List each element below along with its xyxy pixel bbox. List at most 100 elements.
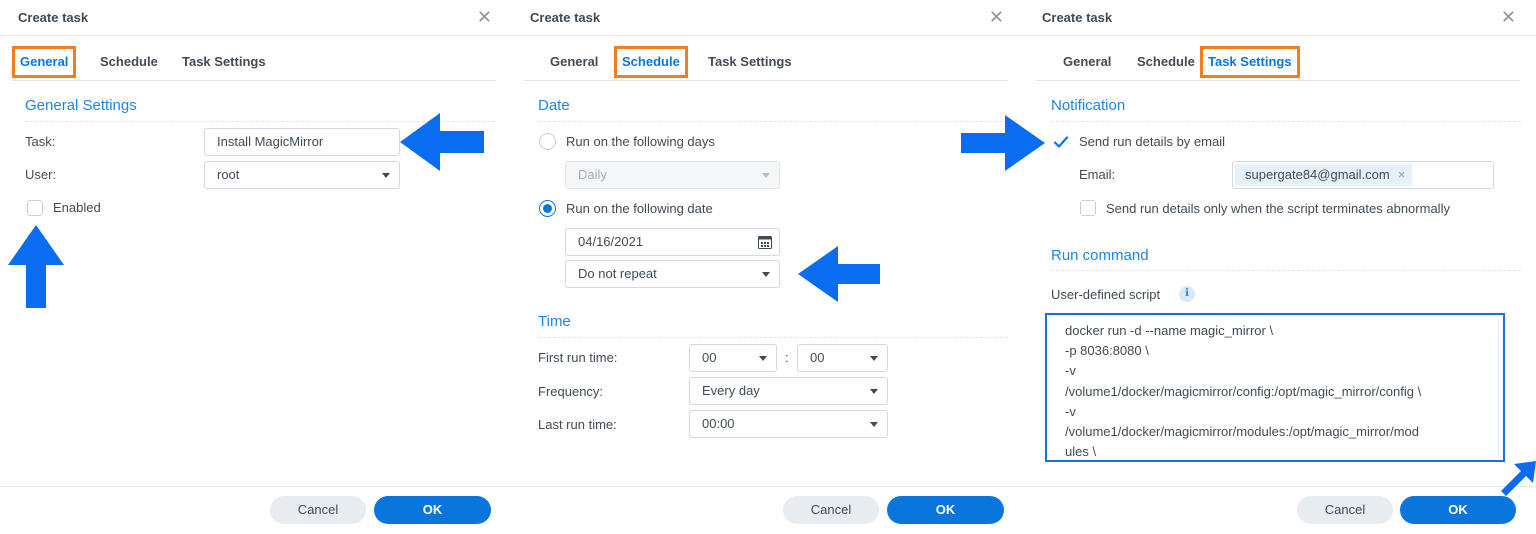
chevron-down-icon <box>870 356 878 361</box>
task-name-input[interactable]: Install MagicMirror <box>204 128 400 156</box>
cancel-button[interactable]: Cancel <box>783 496 879 524</box>
script-label: User-defined script <box>1051 287 1161 302</box>
scrollbar[interactable] <box>1498 321 1499 456</box>
abnormal-label: Send run details only when the script te… <box>1106 201 1450 216</box>
days-select[interactable]: Daily <box>565 161 780 189</box>
first-run-hour-select[interactable]: 00 <box>689 344 777 372</box>
tab-task-settings[interactable]: Task Settings <box>1200 46 1300 78</box>
chevron-down-icon <box>762 272 770 277</box>
cancel-button[interactable]: Cancel <box>270 496 366 524</box>
close-icon[interactable]: ✕ <box>477 7 492 27</box>
abnormal-checkbox[interactable] <box>1080 200 1096 216</box>
close-icon[interactable]: ✕ <box>1501 7 1516 27</box>
email-input[interactable]: supergate84@gmail.com × <box>1232 161 1494 189</box>
section-divider <box>538 121 1008 122</box>
script-line: ules \ <box>1065 444 1097 460</box>
script-content: docker run -d --name magic_mirror \ -p 8… <box>1065 321 1479 462</box>
first-run-minute-select[interactable]: 00 <box>797 344 888 372</box>
general-settings-heading: General Settings <box>25 97 137 114</box>
script-line: docker run -d --name magic_mirror \ <box>1065 323 1274 338</box>
task-label: Task: <box>25 134 56 149</box>
left-arrow-icon <box>400 113 484 171</box>
tab-general[interactable]: General <box>12 46 77 78</box>
task-name-value: Install MagicMirror <box>217 134 324 149</box>
cancel-button[interactable]: Cancel <box>1297 496 1393 524</box>
email-label: Email: <box>1079 167 1116 182</box>
user-value: root <box>217 167 240 182</box>
date-value: 04/16/2021 <box>578 234 644 249</box>
tab-bar: General Schedule Task Settings <box>524 46 1008 81</box>
frequency-value: Every day <box>702 383 760 398</box>
tab-schedule[interactable]: Schedule <box>614 46 688 78</box>
last-run-label: Last run time: <box>538 417 617 432</box>
right-arrow-icon <box>961 115 1045 171</box>
left-arrow-icon <box>798 246 880 302</box>
last-run-select[interactable]: 00:00 <box>689 410 888 438</box>
info-icon[interactable]: i <box>1179 286 1195 302</box>
script-line: /volume1/docker/magicmirror/modules:/opt… <box>1065 424 1420 440</box>
run-days-label: Run on the following days <box>566 134 715 149</box>
section-divider <box>538 337 1008 338</box>
create-task-dialog-general: Create task ✕ General Schedule Task Sett… <box>0 0 512 534</box>
chevron-down-icon <box>759 356 767 361</box>
enabled-checkbox[interactable] <box>27 200 43 216</box>
dialog-title: Create task <box>530 10 601 25</box>
frequency-select[interactable]: Every day <box>689 377 888 405</box>
user-label: User: <box>25 167 57 182</box>
close-icon[interactable]: ✕ <box>989 7 1004 27</box>
email-tag: supergate84@gmail.com × <box>1235 164 1413 186</box>
days-value: Daily <box>578 167 607 182</box>
remove-tag-icon[interactable]: × <box>1398 167 1406 182</box>
first-run-minute-value: 00 <box>810 350 825 365</box>
last-run-value: 00:00 <box>702 416 735 431</box>
script-line: -v <box>1065 363 1076 379</box>
dialog-titlebar: Create task ✕ <box>1024 0 1536 36</box>
ok-button[interactable]: OK <box>374 496 491 524</box>
dialog-title: Create task <box>18 10 89 25</box>
tab-bar: General Schedule Task Settings <box>12 46 496 81</box>
repeat-value: Do not repeat <box>578 266 657 281</box>
up-arrow-icon <box>8 225 64 308</box>
enabled-label: Enabled <box>53 200 101 215</box>
script-line: -v <box>1065 403 1076 419</box>
run-days-radio[interactable] <box>539 133 556 150</box>
user-defined-script-textarea[interactable]: docker run -d --name magic_mirror \ -p 8… <box>1045 313 1505 462</box>
time-separator: : <box>785 350 789 365</box>
notification-heading: Notification <box>1051 97 1126 114</box>
calendar-icon[interactable] <box>758 235 772 249</box>
tab-task-settings[interactable]: Task Settings <box>700 46 800 78</box>
chevron-down-icon <box>870 389 878 394</box>
first-run-hour-value: 00 <box>702 350 717 365</box>
repeat-select[interactable]: Do not repeat <box>565 260 780 288</box>
tab-task-settings[interactable]: Task Settings <box>174 46 274 78</box>
script-line: /volume1/docker/magicmirror/config:/opt/… <box>1065 383 1422 399</box>
send-email-checkbox[interactable] <box>1053 134 1069 150</box>
dialog-titlebar: Create task ✕ <box>512 0 1024 36</box>
date-input[interactable]: 04/16/2021 <box>565 228 780 256</box>
chevron-down-icon <box>870 422 878 427</box>
diagonal-arrow-icon <box>1501 461 1536 496</box>
tab-schedule[interactable]: Schedule <box>1129 46 1203 78</box>
frequency-label: Frequency: <box>538 384 604 399</box>
tab-bar: General Schedule Task Settings <box>1036 46 1520 81</box>
dialog-titlebar: Create task ✕ <box>0 0 512 36</box>
tab-general[interactable]: General <box>542 46 606 78</box>
tab-schedule[interactable]: Schedule <box>92 46 166 78</box>
section-divider <box>1051 270 1521 271</box>
date-heading: Date <box>538 97 570 114</box>
section-divider <box>1051 121 1521 122</box>
create-task-dialog-schedule: Create task ✕ General Schedule Task Sett… <box>512 0 1024 534</box>
run-command-heading: Run command <box>1051 247 1149 264</box>
dialog-title: Create task <box>1042 10 1113 25</box>
script-line: -p 8036:8080 \ <box>1065 343 1149 359</box>
email-tag-text: supergate84@gmail.com <box>1245 167 1390 182</box>
run-date-label: Run on the following date <box>566 201 713 216</box>
ok-button[interactable]: OK <box>887 496 1004 524</box>
user-select[interactable]: root <box>204 161 400 189</box>
chevron-down-icon <box>382 173 390 178</box>
send-email-label: Send run details by email <box>1079 134 1225 149</box>
time-heading: Time <box>538 313 571 330</box>
tab-general[interactable]: General <box>1055 46 1119 78</box>
run-date-radio[interactable] <box>539 200 556 217</box>
first-run-label: First run time: <box>538 350 618 365</box>
